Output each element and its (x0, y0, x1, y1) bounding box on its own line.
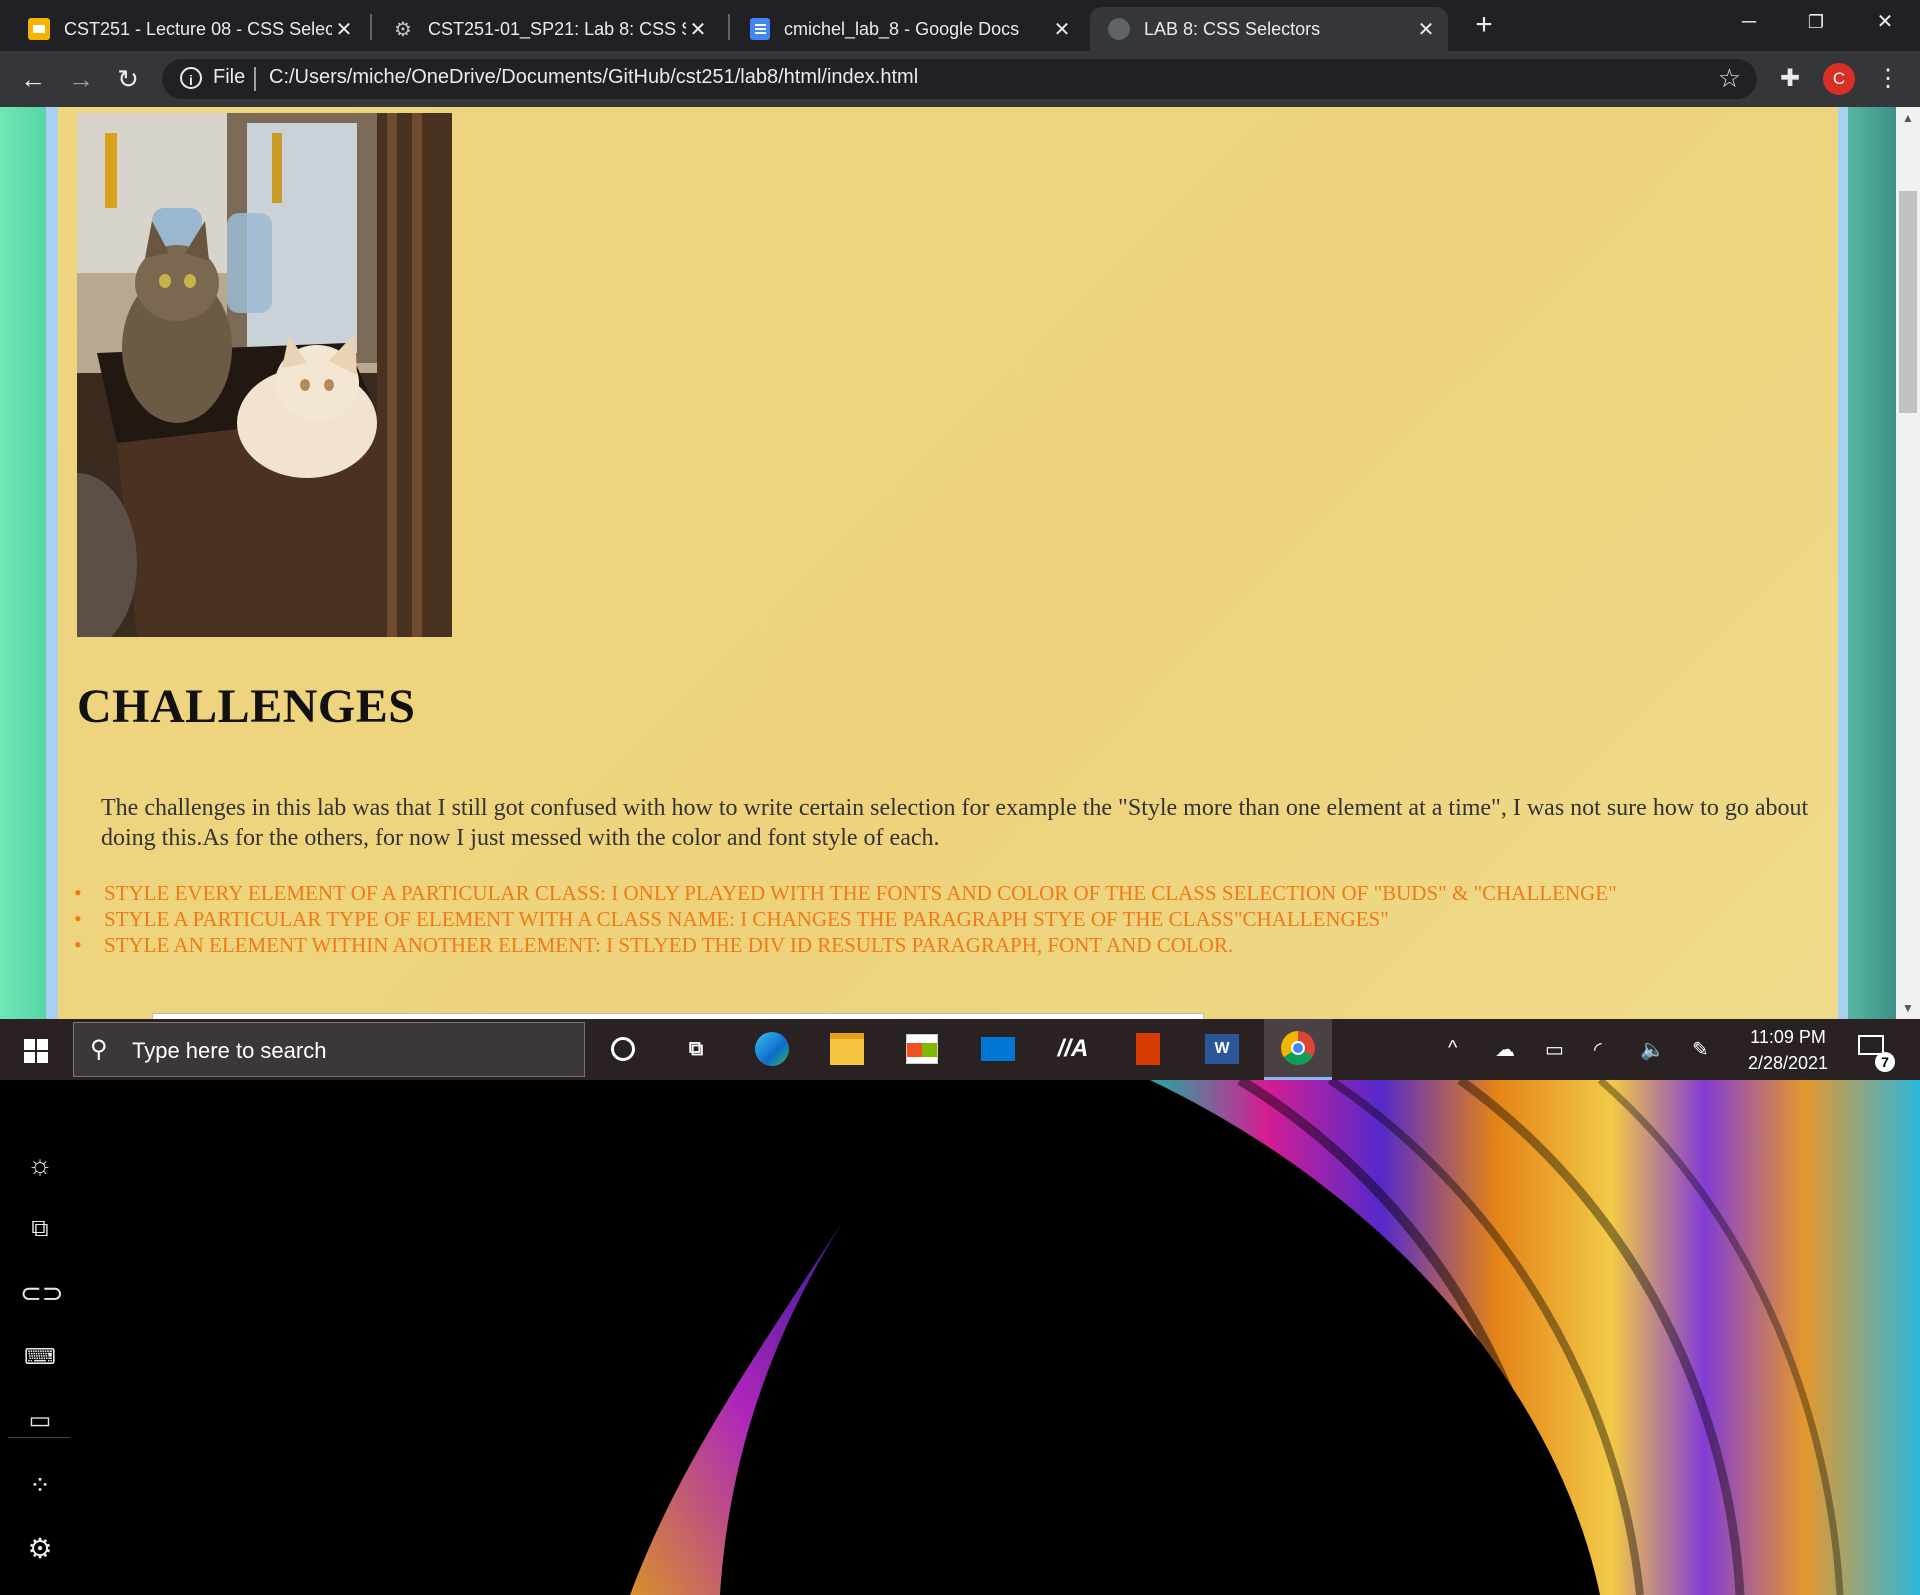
file-explorer-icon[interactable] (827, 1029, 867, 1069)
vertical-scrollbar[interactable]: ▲ ▼ (1896, 107, 1920, 1019)
search-placeholder: Type here to search (132, 1038, 327, 1063)
page-body: CHALLENGES The challenges in this lab wa… (58, 107, 1838, 1019)
tab-title: cmichel_lab_8 - Google Docs (784, 18, 1020, 39)
laptop-icon[interactable]: ▭ (20, 1401, 60, 1441)
url-text[interactable]: C:/Users/miche/OneDrive/Documents/GitHub… (269, 66, 918, 89)
scroll-up-arrow-icon[interactable]: ▲ (1896, 111, 1920, 125)
reload-button[interactable]: ↻ (110, 61, 146, 97)
list-item: STYLE EVERY ELEMENT OF A PARTICULAR CLAS… (74, 880, 1804, 906)
back-button[interactable]: ← (15, 61, 51, 97)
info-icon[interactable]: i (180, 67, 202, 89)
clock-date[interactable]: 2/28/2021 (1738, 1053, 1838, 1074)
new-tab-button[interactable]: + (1468, 10, 1500, 42)
restore-button[interactable]: ❐ (1791, 4, 1841, 40)
edge-icon[interactable] (752, 1029, 792, 1069)
close-tab-icon[interactable]: ✕ (1414, 17, 1438, 42)
docs-icon (750, 18, 770, 40)
browser-toolbar: ← → ↻ i File C:/Users/miche/OneDrive/Doc… (0, 51, 1920, 107)
onedrive-cloud-icon[interactable]: ☁ (1495, 1037, 1515, 1062)
minimize-button[interactable]: ─ (1724, 4, 1774, 40)
keyboard-icon[interactable]: ⌨ (20, 1337, 60, 1377)
mail-icon[interactable] (978, 1029, 1018, 1069)
chrome-icon[interactable] (1264, 1019, 1332, 1080)
battery-icon[interactable]: ▭ (1545, 1037, 1564, 1062)
cats-photo (77, 113, 452, 637)
show-hidden-icons-chevron-icon[interactable]: ^ (1448, 1037, 1457, 1060)
clock-time[interactable]: 11:09 PM (1738, 1027, 1838, 1048)
scroll-thumb[interactable] (1899, 191, 1917, 413)
wifi-icon[interactable]: ◜ (1594, 1037, 1602, 1062)
search-icon: ⚲ (90, 1036, 108, 1063)
tab-divider (728, 14, 730, 40)
tab-lab-assignment[interactable]: ⚙ CST251-01_SP21: Lab 8: CSS Selectors ✕ (374, 7, 720, 51)
tab-title: CST251-01_SP21: Lab 8: CSS Selectors (428, 18, 686, 39)
taskbar-search-box[interactable]: ⚲ Type here to search (73, 1022, 585, 1077)
action-center-button[interactable]: 7 (1856, 1033, 1895, 1072)
challenges-heading: CHALLENGES (77, 680, 416, 733)
screenshot-icon[interactable]: ⧉ (20, 1209, 60, 1249)
tab-title: CST251 - Lecture 08 - CSS Selectors (64, 18, 332, 39)
windows-taskbar: ⚲ Type here to search ⧉ //A W ^ ☁ ▭ ◜ 🔈 … (0, 1019, 1920, 1080)
scheme-label: File (213, 66, 246, 88)
quick-action-bar: ☼ ⧉ ⊂⊃ ⌨ ▭ ⁘ ⚙ (0, 1080, 80, 1595)
selector-list: STYLE EVERY ELEMENT OF A PARTICULAR CLAS… (64, 880, 1804, 958)
cortana-icon[interactable] (603, 1029, 643, 1069)
office-icon[interactable] (1128, 1029, 1168, 1069)
tab-title: LAB 8: CSS Selectors (1144, 18, 1321, 39)
tab-google-docs[interactable]: cmichel_lab_8 - Google Docs ✕ (732, 7, 1084, 51)
task-view-icon[interactable]: ⧉ (676, 1029, 716, 1069)
page-viewport: CHALLENGES The challenges in this lab wa… (0, 107, 1896, 1019)
store-icon[interactable] (902, 1029, 942, 1069)
pen-icon[interactable]: ✎ (1692, 1037, 1709, 1062)
quickbar-divider (8, 1437, 70, 1438)
app-icon[interactable]: //A (1053, 1029, 1093, 1069)
settings-gear-icon[interactable]: ⚙ (20, 1529, 60, 1569)
brightness-icon[interactable]: ☼ (20, 1145, 60, 1185)
forward-button[interactable]: → (63, 61, 99, 97)
tab-strip: CST251 - Lecture 08 - CSS Selectors ✕ ⚙ … (0, 0, 1920, 51)
list-item: STYLE A PARTICULAR TYPE OF ELEMENT WITH … (74, 906, 1804, 932)
slides-icon (28, 18, 50, 40)
volume-icon[interactable]: 🔈 (1640, 1037, 1665, 1062)
start-button[interactable] (24, 1039, 48, 1063)
tab-lecture[interactable]: CST251 - Lecture 08 - CSS Selectors ✕ (10, 7, 366, 51)
list-item: STYLE AN ELEMENT WITHIN ANOTHER ELEMENT:… (74, 932, 1804, 958)
menu-kebab-icon[interactable]: ⋮ (1870, 61, 1906, 97)
tab-divider (370, 14, 372, 40)
scroll-down-arrow-icon[interactable]: ▼ (1896, 1001, 1920, 1015)
notification-badge: 7 (1875, 1052, 1895, 1072)
close-window-button[interactable]: ✕ (1860, 4, 1910, 40)
link-icon[interactable]: ⊂⊃ (20, 1273, 64, 1313)
gear-icon: ⚙ (394, 18, 412, 41)
extensions-icon[interactable]: ✚ (1772, 61, 1808, 97)
bookmark-star-icon[interactable]: ☆ (1718, 63, 1741, 94)
address-bar[interactable]: i File C:/Users/miche/OneDrive/Documents… (162, 59, 1757, 99)
tab-lab8-active[interactable]: LAB 8: CSS Selectors ✕ (1090, 7, 1448, 51)
profile-avatar[interactable]: C (1823, 63, 1855, 95)
word-icon[interactable]: W (1202, 1029, 1242, 1069)
close-tab-icon[interactable]: ✕ (332, 17, 356, 42)
challenges-paragraph: The challenges in this lab was that I st… (101, 795, 1809, 851)
address-divider (254, 67, 256, 91)
close-tab-icon[interactable]: ✕ (686, 17, 710, 42)
globe-icon (1108, 18, 1130, 40)
close-tab-icon[interactable]: ✕ (1050, 17, 1074, 42)
desktop-wallpaper (0, 1080, 1920, 1595)
apps-grid-icon[interactable]: ⁘ (20, 1465, 60, 1505)
